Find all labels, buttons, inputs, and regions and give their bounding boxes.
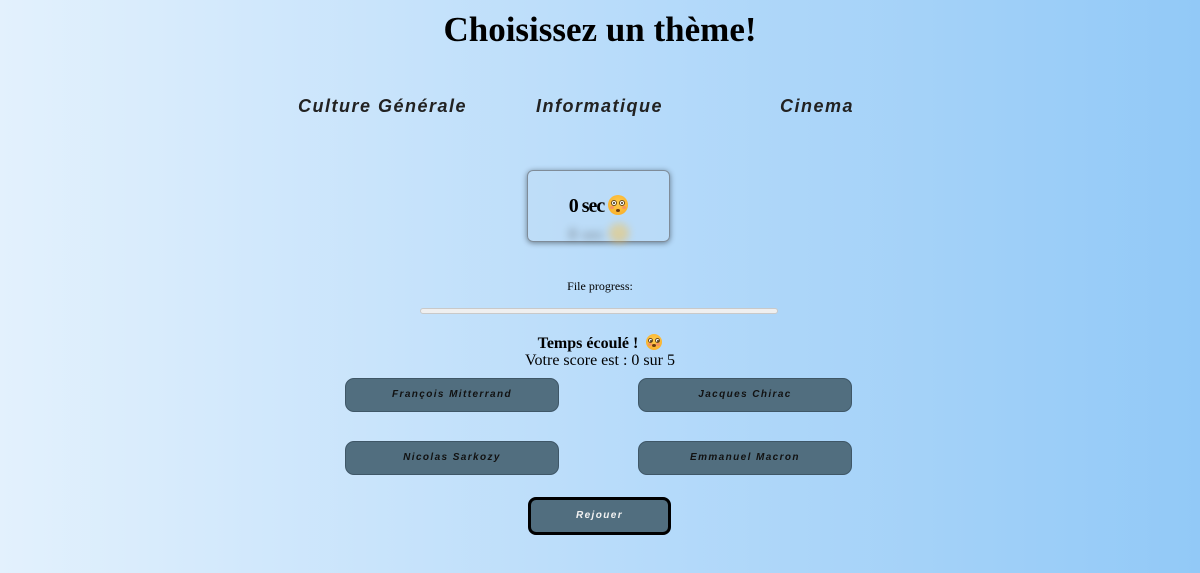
answer-button-mitterrand[interactable]: François Mitterrand [345, 378, 559, 412]
flushed-face-icon [608, 195, 629, 215]
theme-menu: Culture Générale Informatique Cinema [0, 96, 1200, 120]
timer-reflection: 0 sec [528, 223, 669, 245]
result-title: Temps écoulé ! [0, 334, 1200, 353]
replay-button[interactable]: Rejouer [528, 497, 671, 535]
timer-readout: 0 sec [528, 195, 669, 218]
timer-value: 0 sec [568, 195, 606, 217]
answer-button-macron[interactable]: Emmanuel Macron [638, 441, 852, 475]
flushed-face-icon [646, 334, 663, 350]
timer-reflection-text: 0 sec [568, 224, 605, 244]
page-title: Choisissez un thème! [443, 10, 757, 49]
result-title-text: Temps écoulé ! [537, 335, 639, 352]
file-progress-bar [420, 308, 778, 314]
flushed-face-reflection-icon [608, 223, 629, 243]
theme-cinema[interactable]: Cinema [780, 96, 854, 117]
theme-informatique[interactable]: Informatique [536, 96, 663, 117]
timer-display: 0 sec 0 sec [527, 170, 670, 245]
score-text: Votre score est : 0 sur 5 [525, 352, 675, 369]
answer-button-sarkozy[interactable]: Nicolas Sarkozy [345, 441, 559, 475]
theme-culture-generale[interactable]: Culture Générale [298, 96, 467, 117]
answer-button-chirac[interactable]: Jacques Chirac [638, 378, 852, 412]
progress-label: File progress: [567, 279, 633, 293]
